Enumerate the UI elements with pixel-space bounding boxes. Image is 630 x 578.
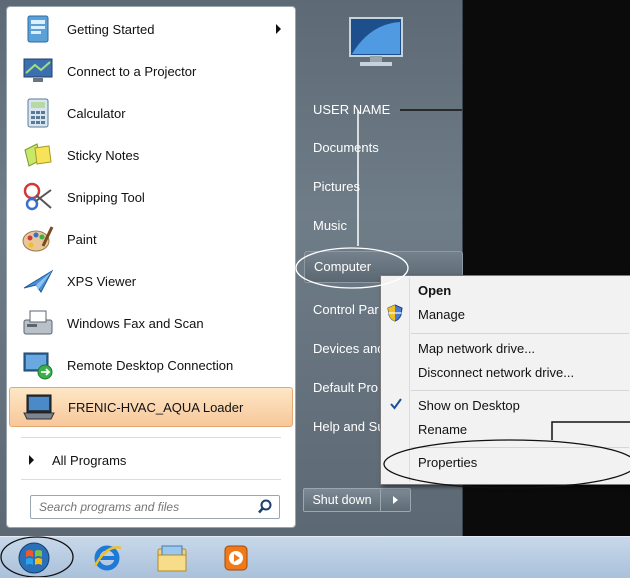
checkmark-icon [390, 398, 402, 410]
menu-item-rename[interactable]: Rename [418, 419, 467, 441]
snipping-tool-icon [23, 182, 52, 211]
program-xps-viewer[interactable]: XPS Viewer [9, 261, 293, 301]
search-icon[interactable] [257, 499, 273, 515]
divider [21, 437, 281, 438]
program-label: Paint [67, 231, 97, 247]
sticky-notes-icon [24, 143, 52, 167]
program-label: Sticky Notes [67, 147, 140, 163]
search-box[interactable] [30, 495, 280, 519]
menu-item-show-on-desktop[interactable]: Show on Desktop [418, 395, 520, 417]
shutdown-options-button[interactable] [381, 489, 409, 511]
fax-scan-icon [23, 310, 53, 335]
projector-icon [23, 58, 53, 82]
program-label: Remote Desktop Connection [67, 357, 234, 373]
remote-desktop-icon [23, 352, 53, 380]
expand-arrow-icon [29, 455, 34, 465]
program-label: XPS Viewer [67, 273, 137, 289]
menu-gutter [409, 278, 410, 482]
xps-viewer-icon [23, 269, 54, 293]
program-label: FRENIC-HVAC_AQUA Loader [68, 399, 244, 415]
paint-icon [22, 226, 54, 252]
user-picture-icon[interactable] [340, 14, 410, 74]
pictures-link[interactable]: Pictures [304, 172, 463, 202]
programs-pane: Getting Started Connect to a Projector C… [6, 6, 296, 528]
shutdown-group: Shut down [303, 488, 411, 512]
menu-separator [411, 333, 629, 334]
documents-link[interactable]: Documents [304, 133, 463, 163]
calculator-icon [27, 98, 49, 128]
context-menu: Open Manage Map network drive... Disconn… [380, 275, 630, 485]
internet-explorer-icon [93, 545, 122, 571]
menu-item-map-drive[interactable]: Map network drive... [418, 338, 535, 360]
program-frenic-loader[interactable]: FRENIC-HVAC_AQUA Loader [9, 387, 293, 427]
uac-shield-icon [387, 304, 403, 322]
menu-separator [411, 390, 629, 391]
menu-item-manage[interactable]: Manage [418, 304, 465, 326]
taskbar-media-player[interactable] [214, 541, 258, 575]
folder-icon [157, 545, 187, 572]
menu-separator [411, 447, 629, 448]
program-label: Getting Started [67, 21, 155, 37]
program-connect-projector[interactable]: Connect to a Projector [9, 51, 293, 91]
program-calculator[interactable]: Calculator [9, 93, 293, 133]
submenu-arrow-icon [276, 24, 281, 34]
taskbar-windows-explorer[interactable] [150, 541, 194, 575]
program-snipping-tool[interactable]: Snipping Tool [9, 177, 293, 217]
all-programs-label: All Programs [52, 452, 127, 468]
windows-orb-icon [18, 542, 50, 574]
start-button[interactable] [12, 541, 56, 575]
taskbar-internet-explorer[interactable] [85, 541, 129, 575]
program-label: Snipping Tool [67, 189, 145, 205]
search-input[interactable] [37, 497, 251, 517]
menu-item-properties[interactable]: Properties [418, 452, 477, 474]
divider [21, 479, 281, 480]
program-label: Calculator [67, 105, 126, 121]
program-getting-started[interactable]: Getting Started [9, 9, 293, 49]
menu-item-disconnect-drive[interactable]: Disconnect network drive... [418, 362, 574, 384]
program-label: Connect to a Projector [67, 63, 197, 79]
media-player-icon [224, 545, 248, 571]
program-remote-desktop[interactable]: Remote Desktop Connection [9, 345, 293, 385]
program-label: Windows Fax and Scan [67, 315, 204, 331]
all-programs-button[interactable]: All Programs [9, 445, 293, 475]
chevron-right-icon [392, 496, 398, 504]
user-name-link[interactable]: USER NAME [304, 95, 463, 125]
music-link[interactable]: Music [304, 211, 463, 241]
program-fax-scan[interactable]: Windows Fax and Scan [9, 303, 293, 343]
shutdown-button[interactable]: Shut down [304, 489, 381, 511]
frenic-loader-icon [23, 394, 55, 420]
getting-started-icon [27, 15, 49, 43]
program-sticky-notes[interactable]: Sticky Notes [9, 135, 293, 175]
menu-item-open[interactable]: Open [418, 280, 451, 302]
program-paint[interactable]: Paint [9, 219, 293, 259]
taskbar [0, 536, 630, 578]
